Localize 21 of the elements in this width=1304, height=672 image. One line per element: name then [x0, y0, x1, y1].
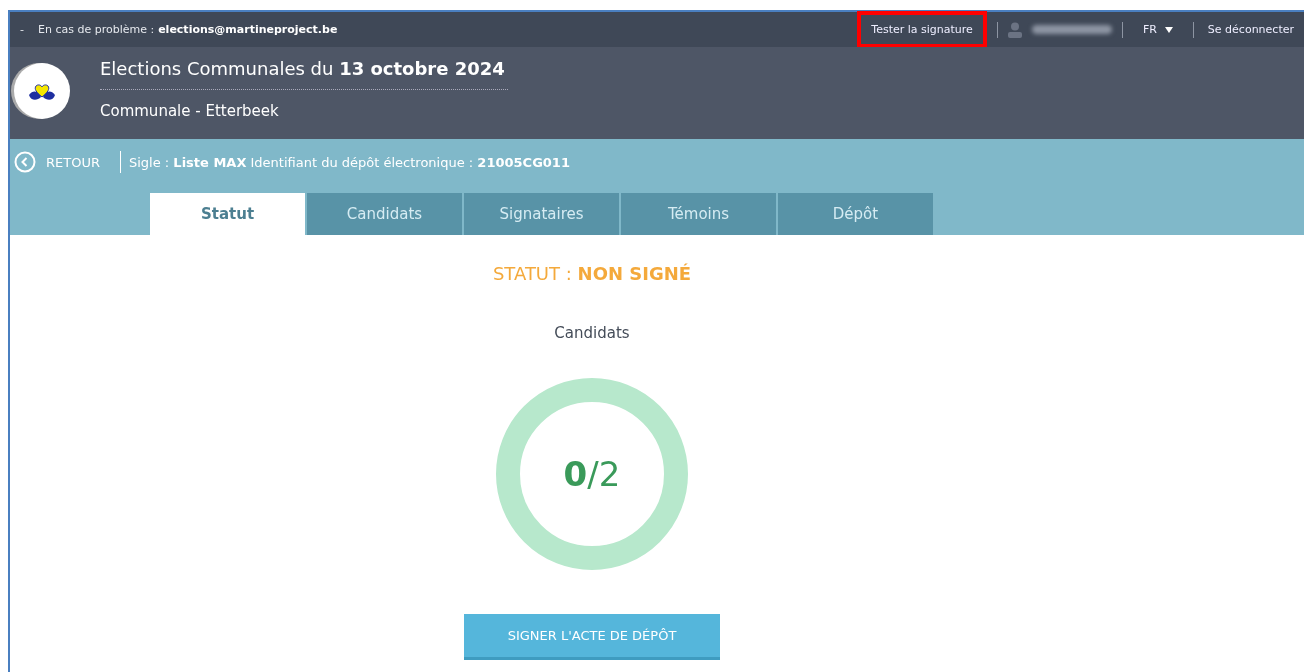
- election-title: Elections Communales du 13 octobre 2024: [100, 57, 508, 90]
- caret-icon: [1164, 26, 1173, 33]
- status-text: STATUT : NON SIGNÉ: [492, 263, 692, 284]
- tab[interactable]: Candidats: [307, 193, 462, 235]
- tab[interactable]: Statut: [150, 193, 305, 235]
- progress-title: Candidats: [554, 324, 630, 342]
- logout-link[interactable]: Se déconnecter: [1203, 11, 1298, 48]
- language-dropdown[interactable]: FR: [1132, 15, 1183, 44]
- tab[interactable]: Témoins: [621, 193, 776, 235]
- deposit-info: Sigle : Liste MAX Identifiant du dépôt électronique : 21005CG011: [128, 154, 570, 170]
- contact-label: En cas de problème :: [38, 23, 155, 36]
- dash-text: -: [20, 23, 24, 36]
- tab[interactable]: Signataires: [464, 193, 619, 235]
- commune-subtitle: Communale - Etterbeek: [100, 102, 280, 120]
- contact-email[interactable]: elections@martineproject.be: [158, 23, 338, 36]
- sign-button[interactable]: SIGNER L'ACTE DE DÉPÔT: [464, 614, 720, 660]
- user-icon: [1007, 21, 1022, 38]
- back-link[interactable]: RETOUR: [14, 151, 121, 173]
- progress-count: 0/2: [563, 454, 621, 494]
- tab[interactable]: Dépôt: [778, 193, 933, 235]
- back-icon: [14, 151, 36, 173]
